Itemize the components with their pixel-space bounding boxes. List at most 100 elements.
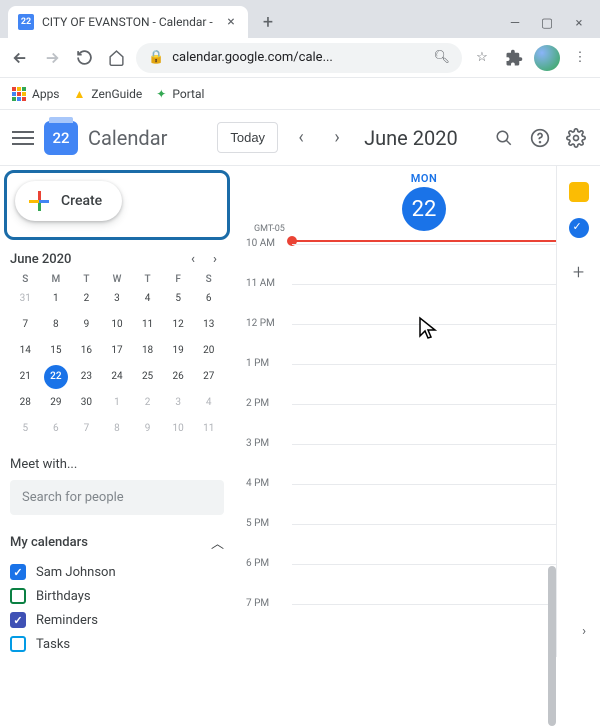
scrollbar-thumb[interactable]	[548, 566, 556, 726]
home-icon[interactable]	[104, 46, 128, 70]
get-addons-icon[interactable]: +	[573, 260, 584, 284]
mini-day[interactable]: 9	[74, 313, 98, 337]
hour-row[interactable]: 4 PM	[292, 484, 556, 524]
bookmark-zenguide[interactable]: ▲ZenGuide	[74, 87, 143, 101]
mini-day[interactable]: 30	[74, 391, 98, 415]
search-people-input[interactable]: Search for people	[10, 480, 224, 515]
hour-row[interactable]: 7 PM	[292, 604, 556, 644]
close-tab-icon[interactable]: ×	[224, 15, 238, 29]
mini-day[interactable]: 3	[105, 287, 129, 311]
create-button[interactable]: Create	[15, 181, 122, 221]
my-calendars-header[interactable]: My calendars ︿	[10, 533, 224, 552]
mini-day[interactable]: 6	[44, 417, 68, 441]
mini-day[interactable]: 11	[197, 417, 221, 441]
mini-next-icon[interactable]: ›	[206, 250, 224, 268]
mini-day[interactable]: 8	[105, 417, 129, 441]
reload-icon[interactable]	[72, 46, 96, 70]
calendar-checkbox[interactable]	[10, 564, 26, 580]
mini-day[interactable]: 5	[166, 287, 190, 311]
day-view[interactable]: MON 22 GMT-05 10 AM11 AM12 PM1 PM2 PM3 P…	[238, 166, 556, 657]
search-in-page-icon[interactable]: 🔍︎	[433, 50, 450, 65]
mini-day[interactable]: 8	[44, 313, 68, 337]
hour-row[interactable]: 10 AM	[292, 244, 556, 284]
show-side-panel-icon[interactable]: ›	[582, 624, 586, 639]
profile-avatar[interactable]	[534, 45, 560, 71]
mini-day[interactable]: 1	[105, 391, 129, 415]
calendar-item[interactable]: Reminders	[10, 608, 224, 632]
address-bar[interactable]: 🔒 calendar.google.com/cale... 🔍︎	[136, 43, 462, 73]
next-period-icon[interactable]: ›	[324, 125, 350, 151]
mini-day[interactable]: 5	[13, 417, 37, 441]
calendar-item[interactable]: Tasks	[10, 632, 224, 656]
mini-day[interactable]: 3	[166, 391, 190, 415]
mini-day[interactable]: 22	[44, 365, 68, 389]
mini-day[interactable]: 14	[13, 339, 37, 363]
today-button[interactable]: Today	[217, 122, 278, 153]
mini-day[interactable]: 4	[136, 287, 160, 311]
mini-day[interactable]: 23	[74, 365, 98, 389]
mini-day[interactable]: 10	[105, 313, 129, 337]
mini-day[interactable]: 31	[13, 287, 37, 311]
mini-day[interactable]: 24	[105, 365, 129, 389]
mini-calendar[interactable]: SMTWTFS311234567891011121314151617181920…	[10, 274, 224, 441]
calendar-checkbox[interactable]	[10, 636, 26, 652]
hour-grid[interactable]: 10 AM11 AM12 PM1 PM2 PM3 PM4 PM5 PM6 PM7…	[292, 244, 556, 657]
mini-day[interactable]: 12	[166, 313, 190, 337]
minimize-icon[interactable]: —	[508, 16, 522, 30]
day-number-badge[interactable]: 22	[402, 187, 446, 231]
mini-day[interactable]: 6	[197, 287, 221, 311]
mini-day[interactable]: 4	[197, 391, 221, 415]
hour-row[interactable]: 6 PM	[292, 564, 556, 604]
tasks-addon-icon[interactable]	[569, 218, 589, 238]
main-menu-icon[interactable]	[12, 127, 34, 149]
mini-day[interactable]: 26	[166, 365, 190, 389]
help-icon[interactable]	[528, 126, 552, 150]
mini-day[interactable]: 9	[136, 417, 160, 441]
mini-day[interactable]: 15	[44, 339, 68, 363]
settings-gear-icon[interactable]	[564, 126, 588, 150]
maximize-icon[interactable]: ▢	[540, 16, 554, 30]
mini-day[interactable]: 2	[74, 287, 98, 311]
calendar-checkbox[interactable]	[10, 612, 26, 628]
mini-day[interactable]: 20	[197, 339, 221, 363]
mini-day[interactable]: 10	[166, 417, 190, 441]
forward-icon[interactable]	[40, 46, 64, 70]
mini-day[interactable]: 13	[197, 313, 221, 337]
hour-row[interactable]: 2 PM	[292, 404, 556, 444]
search-icon[interactable]	[492, 126, 516, 150]
apps-shortcut[interactable]: Apps	[12, 87, 60, 101]
mini-day[interactable]: 2	[136, 391, 160, 415]
mini-day[interactable]: 18	[136, 339, 160, 363]
browser-tab[interactable]: 22 CITY OF EVANSTON - Calendar - ×	[8, 6, 248, 38]
calendar-item[interactable]: Sam Johnson	[10, 560, 224, 584]
mini-day[interactable]: 21	[13, 365, 37, 389]
mini-day[interactable]: 1	[44, 287, 68, 311]
mini-day[interactable]: 19	[166, 339, 190, 363]
back-icon[interactable]	[8, 46, 32, 70]
prev-period-icon[interactable]: ‹	[288, 125, 314, 151]
close-window-icon[interactable]: ×	[572, 16, 586, 30]
hour-label: 6 PM	[246, 558, 269, 569]
hour-row[interactable]: 3 PM	[292, 444, 556, 484]
calendar-checkbox[interactable]	[10, 588, 26, 604]
new-tab-button[interactable]: +	[254, 8, 282, 36]
mini-day[interactable]: 7	[13, 313, 37, 337]
kebab-menu-icon[interactable]: ⋮	[568, 46, 592, 70]
calendar-item[interactable]: Birthdays	[10, 584, 224, 608]
hour-row[interactable]: 1 PM	[292, 364, 556, 404]
keep-addon-icon[interactable]	[569, 182, 589, 202]
mini-day[interactable]: 17	[105, 339, 129, 363]
bookmark-star-icon[interactable]: ☆	[470, 46, 494, 70]
hour-row[interactable]: 5 PM	[292, 524, 556, 564]
mini-prev-icon[interactable]: ‹	[184, 250, 202, 268]
bookmark-portal[interactable]: ✦Portal	[156, 87, 204, 101]
mini-day[interactable]: 7	[74, 417, 98, 441]
mini-day[interactable]: 27	[197, 365, 221, 389]
mini-day[interactable]: 25	[136, 365, 160, 389]
mini-day[interactable]: 11	[136, 313, 160, 337]
mini-day[interactable]: 29	[44, 391, 68, 415]
calendar-name: Reminders	[36, 613, 98, 628]
mini-day[interactable]: 16	[74, 339, 98, 363]
mini-day[interactable]: 28	[13, 391, 37, 415]
extensions-icon[interactable]	[502, 46, 526, 70]
